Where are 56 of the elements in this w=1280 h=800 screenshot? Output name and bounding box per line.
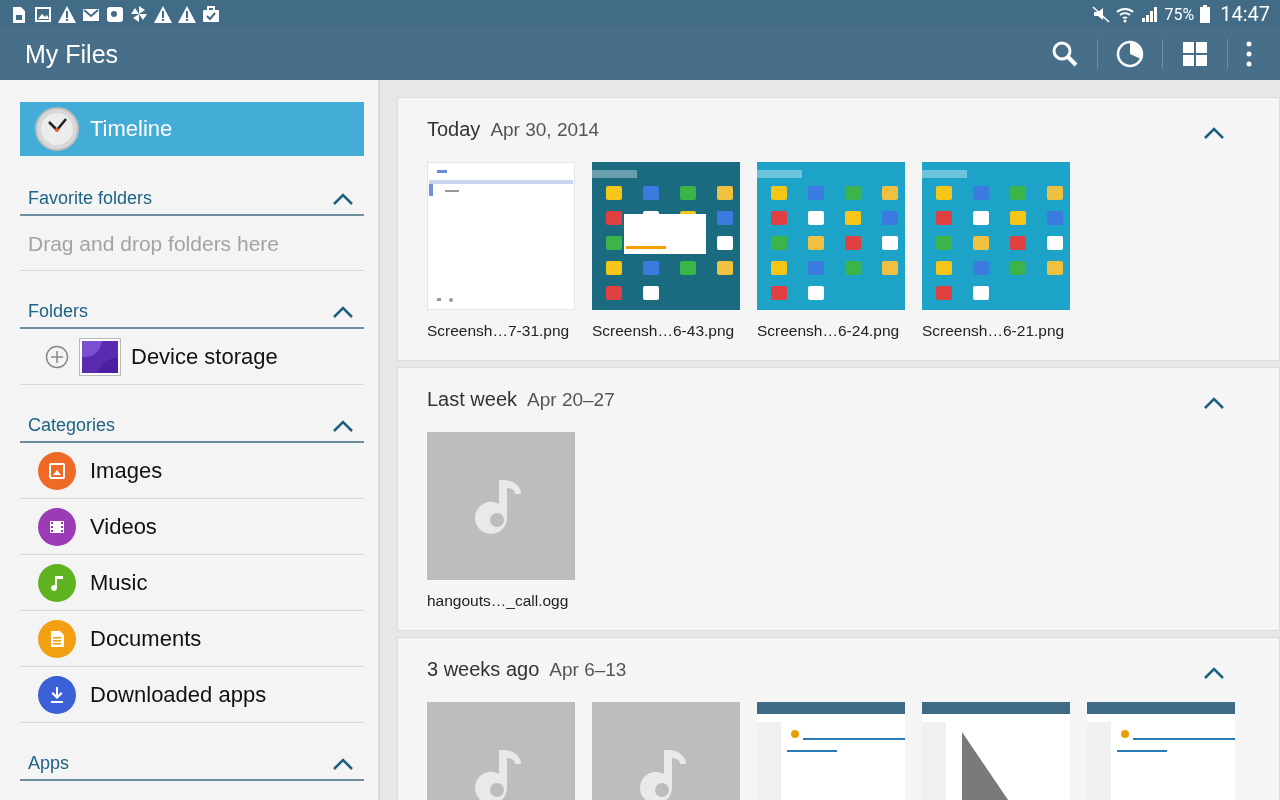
file-name: Screensh…6-21.png	[922, 322, 1066, 340]
section-title: Categories	[28, 415, 116, 436]
folder-item[interactable]: Device storage	[20, 329, 364, 385]
section-title: Apps	[28, 753, 70, 774]
group-date: Apr 20–27	[527, 389, 615, 411]
clock-time: 14:47	[1220, 2, 1270, 26]
file-name: Screensh…6-24.png	[757, 322, 901, 340]
rounded-square-icon	[106, 5, 124, 23]
category-item[interactable]: Videos	[20, 499, 364, 555]
category-item[interactable]: Downloaded apps	[20, 667, 364, 723]
sim-card-icon	[10, 5, 28, 23]
image-icon	[34, 5, 52, 23]
storage-thumbnail-icon	[79, 337, 121, 376]
section-title: Folders	[28, 301, 89, 322]
wifi-icon	[1116, 5, 1135, 23]
collapse-chevron-icon[interactable]	[332, 191, 354, 206]
group-date: Apr 30, 2014	[490, 119, 600, 141]
drop-hint: Drag and drop folders here	[20, 216, 364, 271]
group-title: Last week	[427, 388, 518, 411]
clock-icon	[34, 106, 80, 152]
group-title: Today	[427, 118, 481, 141]
category-item[interactable]: Documents	[20, 611, 364, 667]
collapse-chevron-icon[interactable]	[332, 304, 354, 319]
collapse-chevron-icon[interactable]	[1203, 126, 1225, 140]
category-item[interactable]: Images	[20, 443, 364, 499]
battery-icon	[1200, 5, 1211, 23]
file-name: hangouts…_call.ogg	[427, 592, 570, 610]
signal-icon	[1140, 5, 1159, 23]
audio-thumbnail[interactable]	[427, 432, 575, 580]
file-name: Screensh…7-31.png	[427, 322, 571, 340]
section-title: Favorite folders	[28, 188, 153, 209]
collapse-chevron-icon[interactable]	[332, 418, 354, 433]
pie-chart-icon	[1116, 40, 1144, 68]
more-icon	[1246, 41, 1252, 67]
category-item[interactable]: Music	[20, 555, 364, 611]
group-date: Apr 6–13	[549, 659, 627, 681]
battery-percent: 75%	[1164, 4, 1195, 24]
expand-icon[interactable]	[45, 344, 69, 369]
search-icon	[1051, 40, 1079, 68]
file-thumbnail[interactable]	[592, 162, 740, 310]
collapse-chevron-icon[interactable]	[1203, 666, 1225, 680]
grid-icon	[1181, 40, 1209, 68]
file-name: Screensh…6-43.png	[592, 322, 736, 340]
briefcase-check-icon	[202, 5, 220, 23]
file-thumbnail[interactable]	[757, 162, 905, 310]
collapse-chevron-icon[interactable]	[1203, 396, 1225, 410]
pinwheel-icon	[130, 5, 148, 23]
collapse-chevron-icon[interactable]	[332, 756, 354, 771]
group-title: 3 weeks ago	[427, 658, 540, 681]
warning-icon	[154, 5, 172, 23]
mute-icon	[1092, 5, 1111, 23]
app-title: My Files	[25, 39, 119, 69]
warning-icon	[58, 5, 76, 23]
file-thumbnail[interactable]	[922, 162, 1070, 310]
file-thumbnail[interactable]	[427, 162, 575, 310]
warning-icon	[178, 5, 196, 23]
